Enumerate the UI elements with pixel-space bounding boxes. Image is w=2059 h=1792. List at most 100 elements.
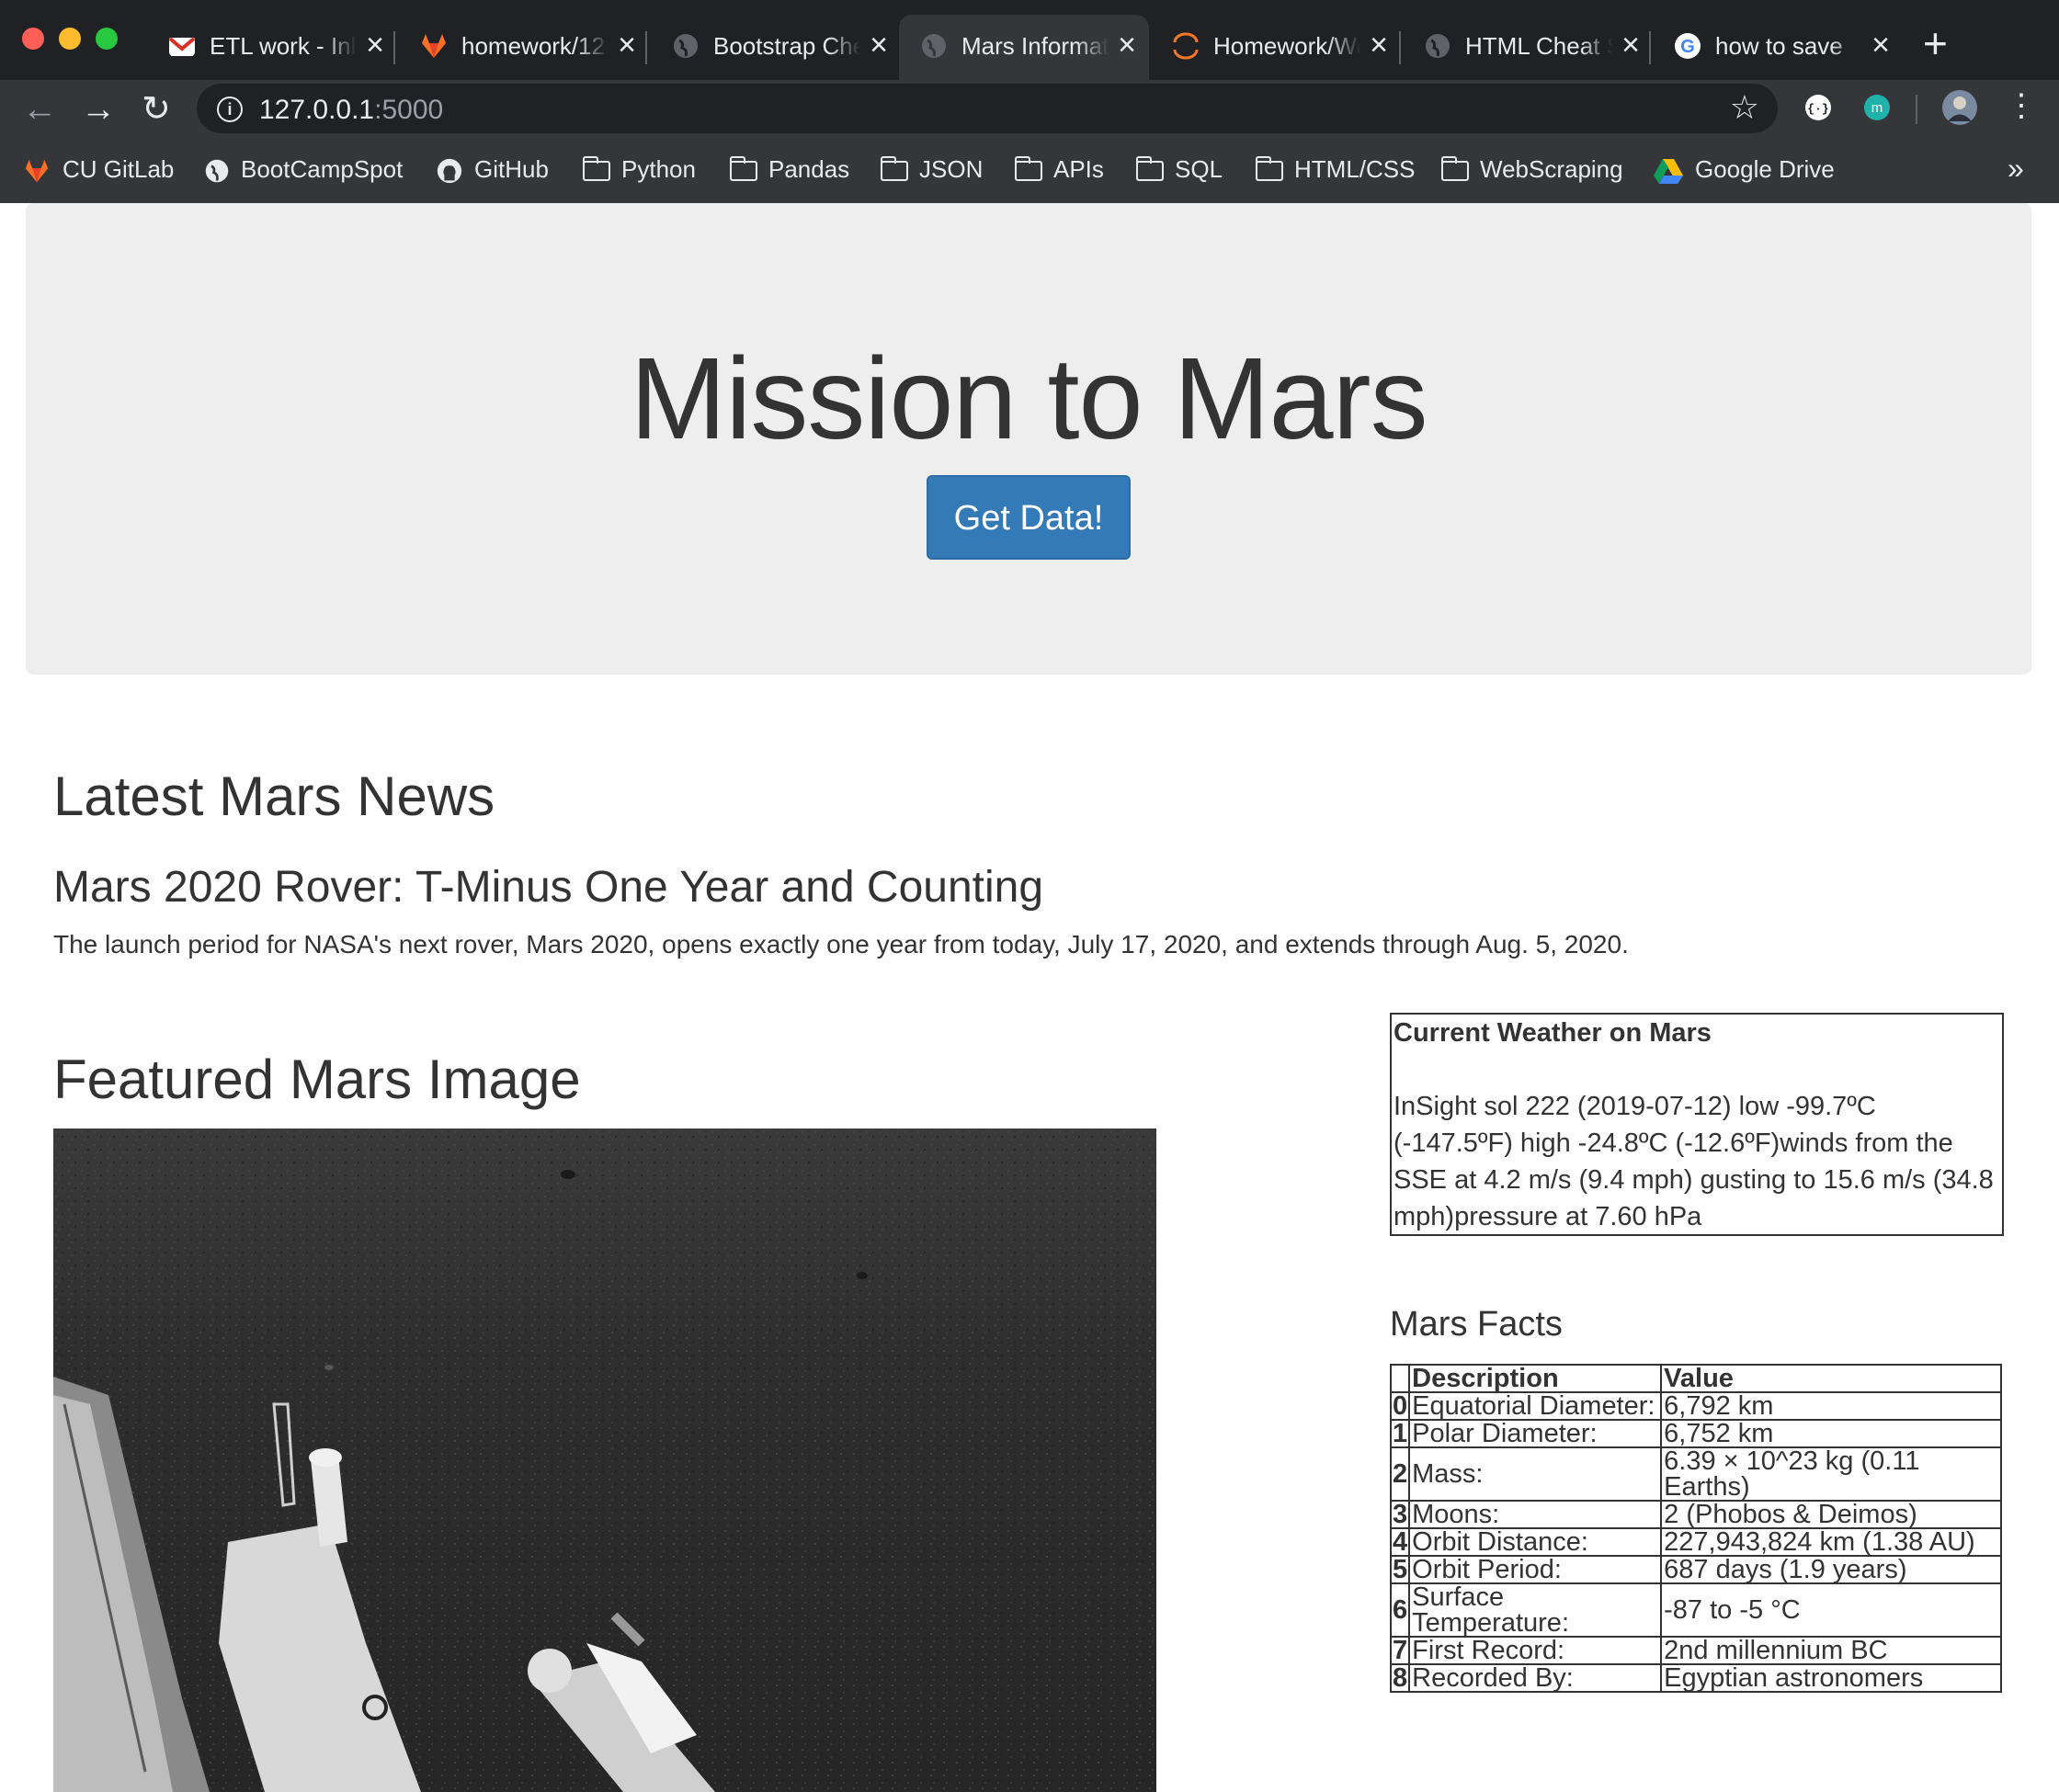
extension-json-icon[interactable]: {·}	[1803, 93, 1833, 122]
bookmark-folder[interactable]: Python	[583, 155, 696, 187]
row-index: 7	[1389, 1636, 1411, 1665]
close-icon[interactable]: ×	[1621, 27, 1640, 63]
row-description: Equatorial Diameter:	[1408, 1391, 1663, 1421]
close-icon[interactable]: ×	[870, 27, 888, 63]
table-header-description: Description	[1408, 1364, 1663, 1393]
close-icon[interactable]: ×	[618, 27, 636, 63]
row-description: First Record:	[1408, 1636, 1663, 1665]
new-tab-button[interactable]: +	[1923, 20, 1948, 66]
bookmark-label: SQL	[1175, 155, 1223, 183]
folder-icon	[583, 156, 610, 182]
bookmark-item[interactable]: Google Drive	[1653, 155, 1835, 187]
browser-tab[interactable]: HTML Cheat Sheet ×	[1403, 15, 1653, 80]
extension-m-icon[interactable]: m	[1862, 93, 1892, 122]
row-index: 0	[1389, 1391, 1411, 1421]
bookmark-star-icon[interactable]: ☆	[1730, 88, 1759, 127]
tab-title: Homework/Web	[1213, 32, 1360, 60]
mars-facts-table: Description Value 0 Equatorial Diameter: 6…	[1389, 1364, 2002, 1693]
weather-box: Current Weather on Mars InSight sol 222 …	[1390, 1013, 2004, 1236]
folder-icon	[1256, 156, 1283, 182]
folder-icon	[1015, 156, 1042, 182]
profile-avatar[interactable]	[1941, 89, 1978, 126]
close-window-button[interactable]	[22, 28, 44, 50]
get-data-button[interactable]: Get Data!	[927, 475, 1131, 560]
row-description: Moons:	[1408, 1500, 1663, 1529]
bookmark-item[interactable]: CU GitLab	[22, 155, 174, 187]
bookmark-label: APIs	[1053, 155, 1104, 183]
bookmark-label: Python	[621, 155, 696, 183]
close-icon[interactable]: ×	[1118, 27, 1136, 63]
tab-separator	[1649, 31, 1651, 64]
table-row: 5 Orbit Period: 687 days (1.9 years)	[1389, 1555, 2002, 1584]
minimize-window-button[interactable]	[59, 28, 81, 50]
bookmark-label: GitHub	[474, 155, 549, 183]
site-info-icon[interactable]: i	[217, 96, 243, 122]
row-value: 227,943,824 km (1.38 AU)	[1660, 1527, 2002, 1557]
close-icon[interactable]: ×	[1370, 27, 1388, 63]
row-description: Orbit Distance:	[1408, 1527, 1663, 1557]
google-drive-icon	[1654, 159, 1683, 185]
bookmark-item[interactable]: BootCampSpot	[204, 155, 403, 187]
mars-surface-photo	[53, 1129, 1156, 1792]
bookmark-label: HTML/CSS	[1294, 155, 1416, 183]
row-index: 3	[1389, 1500, 1411, 1529]
table-row: 8 Recorded By: Egyptian astronomers	[1389, 1663, 2002, 1693]
tab-separator	[393, 31, 395, 64]
reload-icon[interactable]: ↻	[142, 87, 171, 131]
browser-tab[interactable]: G how to save ×	[1653, 15, 1903, 80]
row-description: Polar Diameter:	[1408, 1419, 1663, 1448]
row-description: Surface Temperature:	[1408, 1582, 1663, 1638]
table-row: 2 Mass: 6.39 × 10^23 kg (0.11 Earths)	[1389, 1446, 2002, 1502]
forward-icon[interactable]: →	[81, 87, 116, 131]
url-text[interactable]: 127.0.0.1:5000	[259, 95, 443, 126]
tab-title: homework/12	[461, 32, 606, 60]
table-row: 4 Orbit Distance: 227,943,824 km (1.38 AU)	[1389, 1527, 2002, 1557]
bookmark-folder[interactable]: JSON	[881, 155, 983, 187]
browser-tab-active[interactable]: Mars Information ×	[899, 15, 1149, 80]
browser-tab[interactable]: ETL work - Inbox ×	[147, 15, 397, 80]
news-section-heading: Latest Mars News	[53, 766, 495, 827]
featured-image-heading: Featured Mars Image	[53, 1049, 581, 1110]
browser-tab[interactable]: homework/12 ×	[399, 15, 649, 80]
weather-heading: Current Weather on Mars	[1394, 1018, 1712, 1048]
bookmarks-overflow-button[interactable]: »	[2008, 152, 2024, 186]
browser-tab-strip: ETL work - Inbox × homework/12 × Bootstr…	[0, 0, 2059, 80]
maximize-window-button[interactable]	[96, 28, 118, 50]
back-icon[interactable]: ←	[22, 87, 57, 131]
bookmark-label: BootCampSpot	[241, 155, 404, 183]
table-row: 6 Surface Temperature: -87 to -5 °C	[1389, 1582, 2002, 1638]
close-icon[interactable]: ×	[366, 27, 384, 63]
bookmark-folder[interactable]: WebScraping	[1441, 155, 1623, 187]
toolbar-separator	[1916, 95, 1917, 124]
bookmark-folder[interactable]: APIs	[1015, 155, 1104, 187]
row-description: Orbit Period:	[1408, 1555, 1663, 1584]
bookmark-label: CU GitLab	[63, 155, 175, 183]
gitlab-icon	[422, 34, 446, 58]
folder-icon	[1136, 156, 1164, 182]
tab-title: how to save	[1715, 32, 1843, 60]
browser-tab[interactable]: Homework/Web ×	[1151, 15, 1401, 80]
svg-text:G: G	[1680, 37, 1695, 57]
bookmark-label: WebScraping	[1480, 155, 1623, 183]
table-header-value: Value	[1660, 1364, 2002, 1393]
close-icon[interactable]: ×	[1871, 27, 1890, 63]
row-index: 4	[1389, 1527, 1411, 1557]
table-row: 3 Moons: 2 (Phobos & Deimos)	[1389, 1500, 2002, 1529]
row-description: Recorded By:	[1408, 1663, 1663, 1693]
menu-kebab-icon[interactable]: ⋮	[2006, 84, 2037, 128]
gmail-icon	[168, 37, 196, 56]
browser-tab[interactable]: Bootstrap Cheat ×	[651, 15, 901, 80]
bookmark-folder[interactable]: HTML/CSS	[1256, 155, 1415, 187]
row-value: -87 to -5 °C	[1660, 1582, 2002, 1638]
weather-text: InSight sol 222 (2019-07-12) low -99.7ºC…	[1394, 1092, 1994, 1231]
table-row: 1 Polar Diameter: 6,752 km	[1389, 1419, 2002, 1448]
folder-icon	[1441, 156, 1469, 182]
featured-mars-image	[53, 1129, 1156, 1792]
bookmark-folder[interactable]: Pandas	[730, 155, 849, 187]
bookmarks-bar: CU GitLab BootCampSpot GitHub Python Pan…	[0, 139, 2059, 203]
bookmark-folder[interactable]: SQL	[1136, 155, 1223, 187]
news-paragraph: The launch period for NASA's next rover,…	[53, 930, 1629, 958]
tab-title: Mars Information	[961, 32, 1109, 60]
address-bar[interactable]: i 127.0.0.1:5000 ☆	[197, 84, 1778, 133]
bookmark-item[interactable]: GitHub	[436, 155, 549, 187]
